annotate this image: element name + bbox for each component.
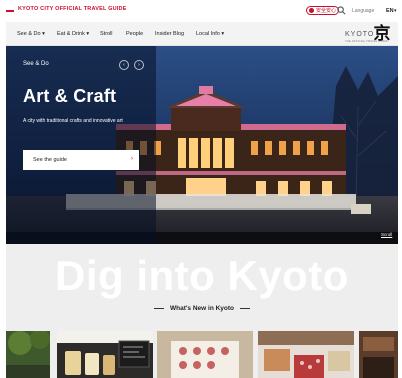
- language-selector[interactable]: EN: [386, 8, 394, 14]
- chevron-down-icon[interactable]: ▾: [394, 8, 397, 14]
- news-card-cafe[interactable]: [57, 331, 153, 378]
- hero-title: Art & Craft: [23, 86, 117, 106]
- site-brand-link[interactable]: KYOTO CITY OFFICIAL TRAVEL GUIDE: [18, 6, 127, 12]
- hero-subtitle: A city with traditional crafts and innov…: [23, 118, 123, 124]
- carousel-next-button[interactable]: ›: [134, 60, 144, 70]
- heading-dash-right: [240, 307, 251, 309]
- carousel-prev-button[interactable]: ‹: [119, 60, 129, 70]
- section-big-heading: Dig into Kyoto: [55, 252, 349, 299]
- news-card-crafts[interactable]: [258, 331, 354, 378]
- hero-category-label: See & Do: [23, 61, 49, 67]
- news-thumbnails: [6, 331, 398, 378]
- safety-badge[interactable]: 安全安心: [306, 6, 340, 15]
- news-card-interior[interactable]: [359, 331, 398, 378]
- news-card-image: [6, 331, 50, 378]
- brand-accent-line: [6, 10, 14, 12]
- hero-carousel: See & Do ‹ › Art & Craft A city with tra…: [6, 46, 398, 244]
- site-logo-text[interactable]: KYOTO: [345, 31, 374, 38]
- scroll-link[interactable]: Scroll: [381, 232, 392, 237]
- kyoto-logo-mark[interactable]: 京: [372, 25, 392, 43]
- news-card-image: [258, 331, 354, 378]
- main-nav: See & Do ▾ Eat & Drink ▾ Stroll People I…: [6, 22, 398, 46]
- news-card-image: [157, 331, 253, 378]
- arrow-right-icon: ›: [131, 156, 133, 162]
- news-card-garden[interactable]: [6, 331, 50, 378]
- nav-item-insider-blog[interactable]: Insider Blog: [155, 31, 184, 37]
- hero-text-panel: [6, 46, 156, 244]
- safety-badge-label: 安全安心: [316, 8, 337, 14]
- nav-item-eat-drink[interactable]: Eat & Drink ▾: [57, 31, 89, 37]
- see-the-guide-label: See the guide: [33, 157, 67, 163]
- nav-item-stroll[interactable]: Stroll: [100, 31, 113, 37]
- heading-dash-left: [153, 307, 164, 309]
- news-card-image: [57, 331, 153, 378]
- language-label: Language: [352, 8, 375, 14]
- see-the-guide-button[interactable]: See the guide ›: [23, 150, 139, 170]
- safety-dot-icon: [309, 8, 314, 13]
- news-card-stamps[interactable]: [157, 331, 253, 378]
- whats-new-label: What's New in Kyoto: [169, 305, 235, 312]
- nav-item-local-info[interactable]: Local Info ▾: [196, 31, 224, 37]
- nav-item-see-do[interactable]: See & Do ▾: [17, 31, 45, 37]
- page-frame: KYOTO CITY OFFICIAL TRAVEL GUIDE 安全安心 La…: [6, 0, 398, 378]
- news-card-image: [359, 331, 398, 378]
- whats-new-heading: What's New in Kyoto: [6, 305, 398, 312]
- search-icon[interactable]: [337, 6, 346, 15]
- top-bar: KYOTO CITY OFFICIAL TRAVEL GUIDE 安全安心 La…: [6, 0, 398, 22]
- nav-item-people[interactable]: People: [126, 31, 143, 37]
